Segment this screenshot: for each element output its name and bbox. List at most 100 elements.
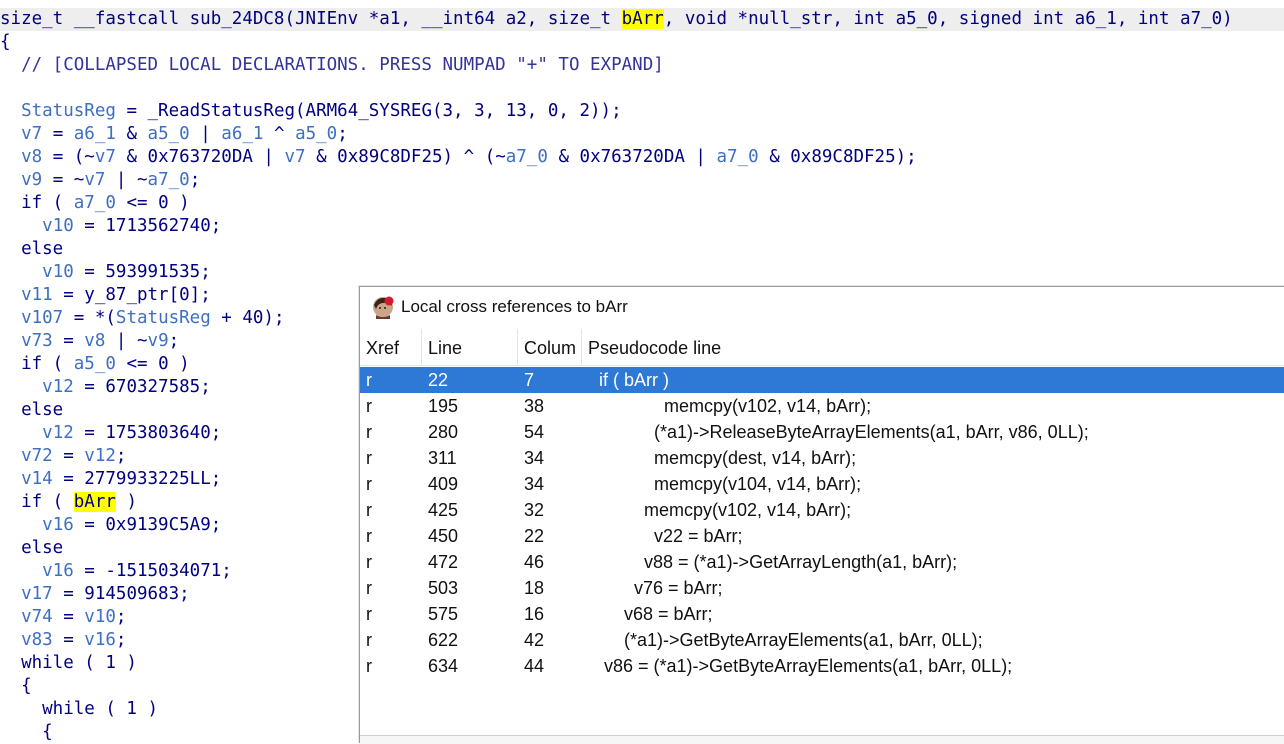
identifier-token[interactable]: a7_0 — [74, 193, 116, 213]
table-row[interactable]: r 503 18 v76 = bArr; — [360, 575, 1284, 601]
table-row[interactable]: r 280 54 (*a1)->ReleaseByteArrayElements(a… — [360, 419, 1284, 445]
identifier-token[interactable]: v11 — [21, 285, 53, 305]
identifier-token[interactable]: v12 — [42, 377, 74, 397]
code-line[interactable]: v12 = 670327585; — [0, 376, 211, 399]
code-text: = 2779933225LL; — [52, 469, 222, 489]
code-line[interactable]: v14 = 2779933225LL; — [0, 468, 221, 491]
identifier-token[interactable]: v73 — [21, 331, 53, 351]
code-line[interactable]: v16 = -1515034071; — [0, 560, 232, 583]
pseudocode-cell: v76 = bArr; — [594, 578, 723, 598]
table-row[interactable]: r 575 16 v68 = bArr; — [360, 601, 1284, 627]
identifier-token[interactable]: v17 — [21, 584, 53, 604]
column-header-xref[interactable]: Xref — [360, 329, 422, 365]
table-row[interactable]: r 311 34 memcpy(dest, v14, bArr); — [360, 445, 1284, 471]
code-line[interactable]: if ( bArr ) — [0, 491, 137, 514]
code-line[interactable]: if ( a7_0 <= 0 ) — [0, 192, 190, 215]
identifier-token[interactable]: v7 — [21, 124, 42, 144]
table-row[interactable]: r 634 44 v86 = (*a1)->GetByteArrayElements… — [360, 653, 1284, 679]
identifier-token[interactable]: v16 — [42, 515, 74, 535]
code-line[interactable]: StatusReg = _ReadStatusReg(ARM64_SYSREG(… — [0, 100, 622, 123]
code-line[interactable]: v16 = 0x9139C5A9; — [0, 514, 221, 537]
identifier-token[interactable]: v72 — [21, 446, 53, 466]
code-line[interactable]: { — [0, 721, 53, 744]
column-cell: 38 — [524, 396, 545, 416]
xref-table[interactable]: Xref Line Colum Pseudocode line r 22 7 if … — [360, 329, 1284, 743]
table-row[interactable]: r 195 38 memcpy(v102, v14, bArr); — [360, 393, 1284, 419]
code-line[interactable]: v107 = *(StatusReg + 40); — [0, 307, 284, 330]
code-line[interactable]: v8 = (~v7 & 0x763720DA | v7 & 0x89C8DF25… — [0, 146, 917, 169]
line-cell: 425 — [428, 500, 459, 520]
table-row[interactable]: r 409 34 memcpy(v104, v14, bArr); — [360, 471, 1284, 497]
code-line[interactable]: v10 = 593991535; — [0, 261, 211, 284]
identifier-token[interactable]: a7_0 — [148, 170, 190, 190]
identifier-token[interactable]: v74 — [21, 607, 53, 627]
identifier-token[interactable]: a7_0 — [506, 147, 548, 167]
code-line[interactable]: v73 = v8 | ~v9; — [0, 330, 179, 353]
xref-dialog[interactable]: Local cross references to bArr Xref Line… — [359, 286, 1284, 744]
line-cell: 450 — [428, 526, 459, 546]
identifier-token[interactable]: StatusReg — [116, 308, 211, 328]
identifier-token[interactable]: a6_1 — [74, 124, 116, 144]
identifier-token[interactable]: v7 — [285, 147, 306, 167]
code-line[interactable]: else — [0, 537, 63, 560]
identifier-token[interactable]: v16 — [84, 630, 116, 650]
column-header-column[interactable]: Colum — [518, 329, 582, 365]
signature-suffix: , void *null_str, int a5_0, signed int a… — [663, 9, 1233, 29]
identifier-token[interactable]: v8 — [84, 331, 105, 351]
code-line[interactable]: else — [0, 238, 63, 261]
column-header-pseudocode[interactable]: Pseudocode line — [582, 329, 1284, 365]
identifier-token[interactable]: v12 — [42, 423, 74, 443]
identifier-token[interactable]: a7_0 — [717, 147, 759, 167]
identifier-token[interactable]: v10 — [42, 216, 74, 236]
identifier-token[interactable]: a5_0 — [148, 124, 190, 144]
code-line[interactable]: while ( 1 ) — [0, 698, 158, 721]
table-row[interactable]: r 472 46 v88 = (*a1)->GetArrayLength(a1, b… — [360, 549, 1284, 575]
code-line[interactable]: else — [0, 399, 63, 422]
table-row[interactable]: r 450 22 v22 = bArr; — [360, 523, 1284, 549]
identifier-token[interactable]: v7 — [95, 147, 116, 167]
identifier-token[interactable]: v16 — [42, 561, 74, 581]
code-text: if ( — [0, 354, 74, 374]
code-line[interactable]: v72 = v12; — [0, 445, 126, 468]
code-text: = _ReadStatusReg(ARM64_SYSREG(3, 3, 13, … — [115, 101, 622, 121]
identifier-token[interactable]: v107 — [21, 308, 63, 328]
code-line[interactable]: while ( 1 ) — [0, 652, 137, 675]
identifier-token[interactable]: v8 — [21, 147, 42, 167]
code-line[interactable]: v74 = v10; — [0, 606, 126, 629]
code-line[interactable]: v83 = v16; — [0, 629, 126, 652]
code-text: & 0x89C8DF25) ^ (~ — [305, 147, 506, 167]
identifier-token[interactable]: v9 — [21, 170, 42, 190]
identifier-token[interactable]: StatusReg — [21, 101, 116, 121]
table-row[interactable]: r 425 32 memcpy(v102, v14, bArr); — [360, 497, 1284, 523]
identifier-token[interactable]: v9 — [148, 331, 169, 351]
identifier-token[interactable]: a5_0 — [74, 354, 116, 374]
code-line[interactable]: { — [0, 675, 32, 698]
signature-highlight[interactable]: bArr — [621, 9, 664, 29]
code-line[interactable]: v7 = a6_1 & a5_0 | a6_1 ^ a5_0; — [0, 123, 348, 146]
identifier-token[interactable]: a6_1 — [221, 124, 263, 144]
code-text: = — [42, 124, 74, 144]
code-line[interactable]: v17 = 914509683; — [0, 583, 190, 606]
code-line[interactable]: if ( a5_0 <= 0 ) — [0, 353, 190, 376]
code-line[interactable]: { — [0, 31, 11, 54]
code-line[interactable]: v9 = ~v7 | ~a7_0; — [0, 169, 200, 192]
code-line[interactable]: v11 = y_87_ptr[0]; — [0, 284, 211, 307]
identifier-token[interactable]: v14 — [21, 469, 53, 489]
identifier-token[interactable]: v10 — [84, 607, 116, 627]
column-header-line[interactable]: Line — [422, 329, 518, 365]
highlighted-token[interactable]: bArr — [73, 492, 116, 512]
dialog-titlebar[interactable]: Local cross references to bArr — [360, 287, 1284, 327]
identifier-token[interactable]: v12 — [84, 446, 116, 466]
table-row[interactable]: r 22 7 if ( bArr ) — [360, 367, 1284, 393]
table-row[interactable]: r 622 42 (*a1)->GetByteArrayElements(a1, b… — [360, 627, 1284, 653]
identifier-token[interactable]: v10 — [42, 262, 74, 282]
identifier-token[interactable]: v7 — [84, 170, 105, 190]
identifier-token[interactable]: a5_0 — [295, 124, 337, 144]
code-line[interactable]: // [COLLAPSED LOCAL DECLARATIONS. PRESS … — [0, 54, 664, 77]
line-cell: 311 — [428, 448, 457, 468]
code-line[interactable]: v12 = 1753803640; — [0, 422, 221, 445]
identifier-token[interactable]: v83 — [21, 630, 53, 650]
function-signature[interactable]: size_t __fastcall sub_24DC8(JNIEnv *a1, … — [0, 8, 1284, 31]
code-line[interactable]: v10 = 1713562740; — [0, 215, 221, 238]
